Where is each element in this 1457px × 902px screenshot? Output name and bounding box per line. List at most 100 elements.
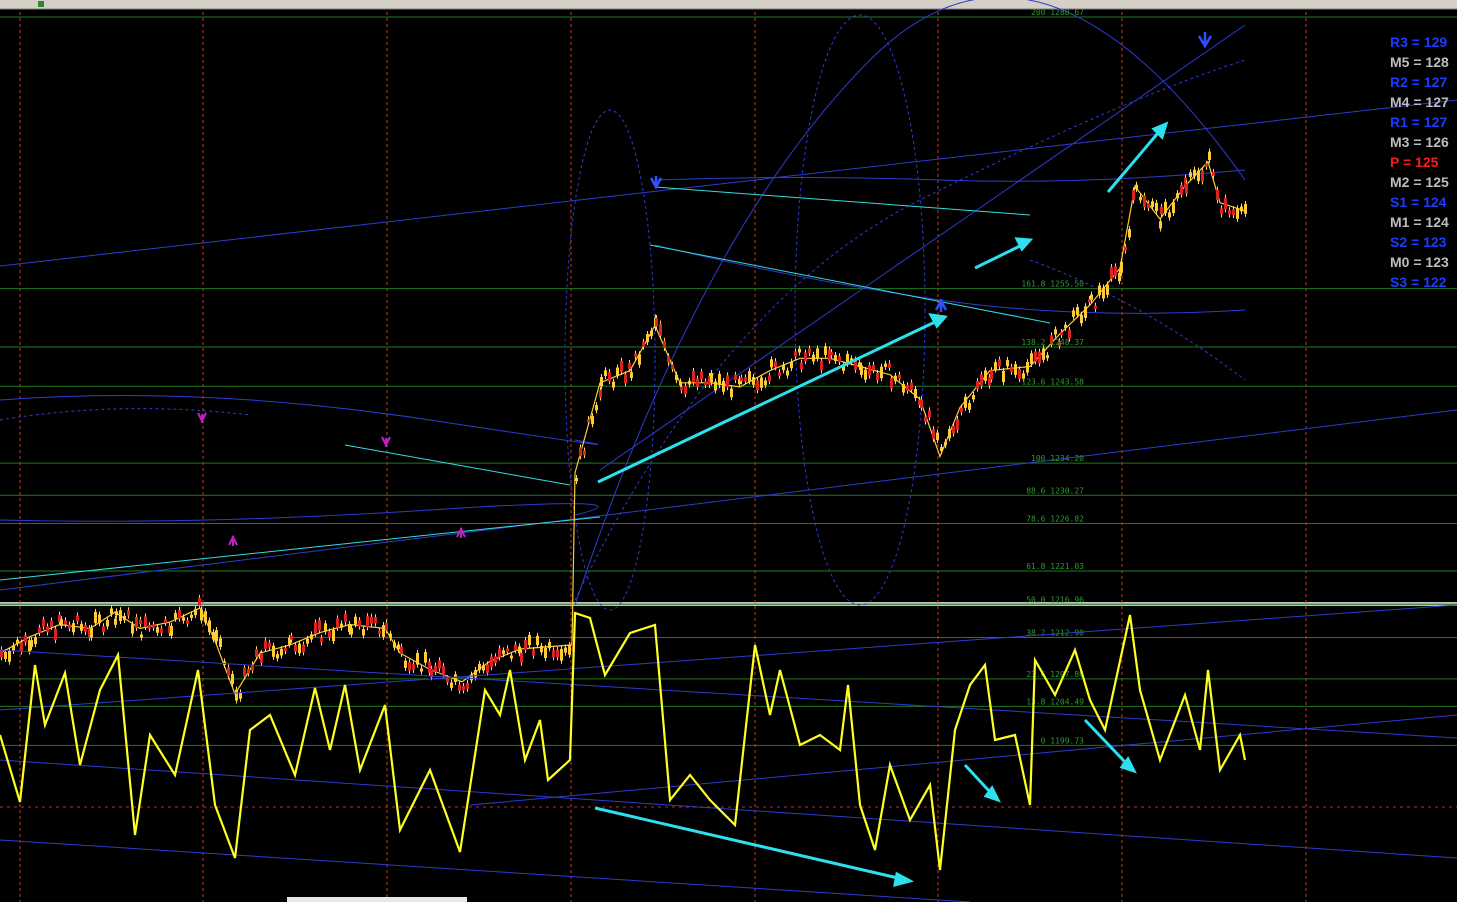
candle-body	[1102, 287, 1105, 299]
candle-body	[1224, 197, 1227, 210]
candle-body	[1176, 193, 1179, 199]
candle-body	[324, 623, 327, 632]
horizontal-scrollbar[interactable]	[287, 897, 467, 902]
candle-body	[314, 622, 317, 634]
candle-body	[243, 667, 246, 677]
candle-body	[135, 616, 138, 628]
candle-body	[936, 432, 939, 440]
candle-body	[1147, 203, 1150, 209]
candle-body	[902, 383, 905, 393]
candle-body	[12, 645, 15, 651]
candle-body	[768, 375, 771, 382]
candle-body	[115, 611, 118, 616]
candle-body	[1114, 266, 1117, 277]
candle-body	[1120, 261, 1123, 273]
candle-body	[595, 405, 598, 411]
candle-body	[1205, 163, 1208, 167]
candle-body	[119, 610, 122, 622]
candle-body	[50, 620, 53, 627]
candle-body	[200, 609, 203, 621]
candle-body	[834, 354, 837, 361]
candle-body	[940, 447, 943, 452]
candle-body	[556, 649, 559, 658]
candle-body	[178, 609, 181, 619]
candle-body	[830, 352, 833, 356]
candle-body	[1110, 267, 1113, 279]
candle-body	[397, 644, 400, 650]
candle-body	[34, 637, 37, 645]
fib-level-label: 138.2 1248.37	[1021, 338, 1084, 347]
candle-body	[928, 410, 931, 418]
trading-chart[interactable]: 200 1288.67 161.8 1255.50 138.2 1248.37 123…	[0, 0, 1457, 902]
candle-body	[498, 648, 501, 658]
candle-body	[139, 619, 142, 625]
candle-body	[276, 653, 279, 659]
candle-body	[182, 617, 185, 621]
candle-body	[1010, 366, 1013, 372]
candle-body	[174, 612, 177, 619]
candle-body	[872, 364, 875, 371]
candle-body	[198, 597, 201, 606]
candle-body	[684, 385, 687, 395]
candle-body	[726, 375, 729, 388]
candle-body	[655, 317, 658, 327]
candle-body	[1046, 355, 1049, 359]
toolbar-strip	[0, 0, 1457, 9]
candle-body	[734, 374, 737, 381]
candle-body	[968, 403, 971, 410]
candle-body	[318, 620, 321, 631]
candle-body	[94, 611, 97, 624]
candle-body	[1160, 206, 1163, 214]
candle-body	[1220, 208, 1223, 215]
candle-body	[194, 608, 197, 616]
candle-body	[458, 684, 461, 691]
candle-body	[446, 678, 449, 683]
pivot-level-label: M4 = 127	[1390, 94, 1449, 110]
price-panel[interactable]	[0, 12, 1457, 602]
candle-body	[794, 351, 797, 357]
candle-body	[1030, 353, 1033, 364]
candle-body	[612, 381, 615, 388]
candle-body	[778, 372, 781, 377]
candle-body	[1076, 307, 1079, 315]
candle-body	[54, 628, 57, 641]
candle-body	[722, 380, 725, 392]
candle-body	[659, 323, 662, 336]
candle-body	[1244, 203, 1247, 214]
candle-body	[692, 370, 695, 383]
candle-body	[420, 668, 423, 672]
candle-body	[956, 418, 959, 430]
candle-body	[548, 642, 551, 649]
candle-body	[540, 645, 543, 653]
candle-body	[370, 616, 373, 624]
candle-body	[860, 365, 863, 375]
candle-body	[1128, 229, 1131, 238]
candle-body	[1034, 351, 1037, 362]
candle-body	[696, 378, 699, 388]
candle-body	[1232, 209, 1235, 216]
candle-body	[748, 371, 751, 382]
candle-body	[532, 650, 535, 656]
candle-body	[148, 625, 151, 629]
candle-body	[38, 627, 41, 634]
candle-body	[520, 652, 523, 663]
candle-body	[587, 419, 590, 423]
candle-body	[255, 649, 258, 657]
candle-body	[127, 610, 130, 616]
candle-body	[306, 638, 309, 644]
candle-body	[24, 635, 27, 643]
candle-body	[362, 629, 365, 636]
candle-body	[354, 616, 357, 625]
candle-body	[466, 682, 469, 689]
candle-body	[1038, 351, 1041, 364]
candle-body	[140, 634, 143, 638]
candle-body	[1151, 201, 1154, 207]
candle-body	[260, 653, 263, 663]
candle-body	[714, 381, 717, 391]
pivot-level-label: M5 = 128	[1390, 54, 1449, 70]
candle-body	[114, 618, 117, 625]
candle-body	[560, 648, 563, 661]
candle-body	[667, 356, 670, 363]
candle-body	[239, 692, 242, 699]
candle-body	[1084, 306, 1087, 318]
